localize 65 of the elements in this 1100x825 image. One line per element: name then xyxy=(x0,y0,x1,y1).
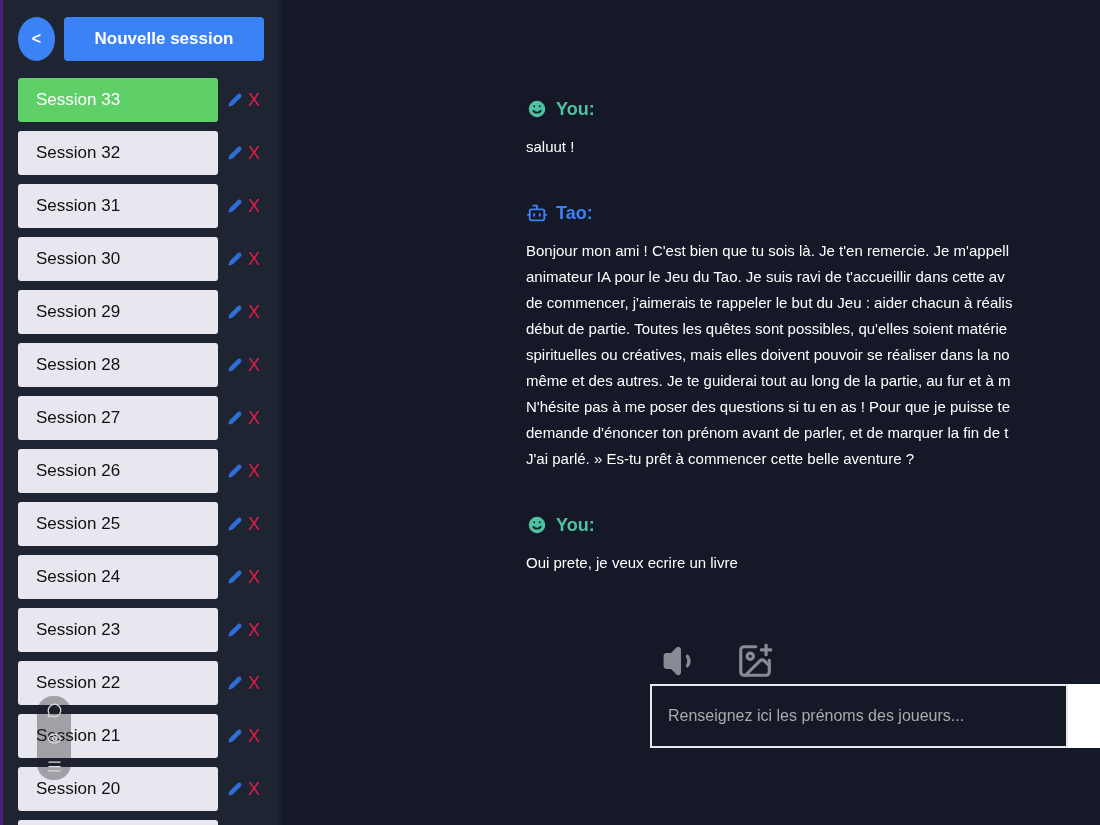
chat-icon[interactable] xyxy=(46,702,62,718)
message-text: début de partie. Toutes les quêtes sont possibles, qu'elles soient matérie xyxy=(526,319,1009,339)
delete-button[interactable]: X xyxy=(248,619,260,641)
session-item[interactable]: Session 28 xyxy=(18,343,218,387)
pencil-icon[interactable] xyxy=(228,570,242,584)
session-item[interactable]: Session 30 xyxy=(18,237,218,281)
pencil-icon[interactable] xyxy=(228,782,242,796)
author-name: You: xyxy=(556,514,595,536)
pencil-icon[interactable] xyxy=(228,146,242,160)
session-item[interactable]: Session 23 xyxy=(18,608,218,652)
message-text: demande d'énoncer ton prénom avant de parler, et de marquer la fin de t xyxy=(526,423,1010,443)
session-item[interactable]: Session 25 xyxy=(18,502,218,546)
pencil-icon[interactable] xyxy=(228,305,242,319)
smiley-icon xyxy=(526,98,548,120)
pencil-icon[interactable] xyxy=(228,93,242,107)
delete-button[interactable]: X xyxy=(248,89,260,111)
list-icon[interactable] xyxy=(46,758,62,774)
message-text: J'ai parlé. » Es-tu prêt à commencer cette belle aventure ? xyxy=(526,449,916,469)
message-text: N'hésite pas à me poser des questions si tu en as ! Pour que je puisse te xyxy=(526,397,1011,417)
session-item[interactable]: Session 22 xyxy=(18,661,218,705)
player-names-field[interactable]: Renseignez ici les prénoms des joueurs... xyxy=(650,684,1068,748)
delete-button[interactable]: X xyxy=(248,248,260,270)
pencil-icon[interactable] xyxy=(228,358,242,372)
delete-button[interactable]: X xyxy=(248,407,260,429)
delete-button[interactable]: X xyxy=(248,354,260,376)
robot-icon xyxy=(526,202,548,224)
delete-button[interactable]: X xyxy=(248,195,260,217)
message-text: Oui prete, je veux ecrire un livre xyxy=(526,553,739,573)
author-name: You: xyxy=(556,98,595,120)
delete-button[interactable]: X xyxy=(248,566,260,588)
author-name: Tao: xyxy=(556,202,593,224)
message-text: Bonjour mon ami ! C'est bien que tu sois là. Je t'en remercie. Je m'appell xyxy=(526,241,1010,261)
session-item[interactable]: Session 21 xyxy=(18,714,218,758)
smiley-icon xyxy=(526,514,548,536)
delete-button[interactable]: X xyxy=(248,513,260,535)
session-item[interactable]: Session 31 xyxy=(18,184,218,228)
message-text: saluut ! xyxy=(526,137,576,157)
pencil-icon[interactable] xyxy=(228,411,242,425)
pencil-icon[interactable] xyxy=(228,464,242,478)
message-text: de commencer, j'aimerais te rappeler le but du Jeu : aider chacun à réalis xyxy=(526,293,1014,313)
pencil-icon[interactable] xyxy=(228,729,242,743)
pencil-icon[interactable] xyxy=(228,676,242,690)
message-text: animateur IA pour le Jeu du Tao. Je suis ravi de t'accueillir dans cette av xyxy=(526,267,1006,287)
delete-button[interactable]: X xyxy=(248,142,260,164)
delete-button[interactable]: X xyxy=(248,725,260,747)
delete-button[interactable]: X xyxy=(248,301,260,323)
session-item[interactable]: Session 33 xyxy=(18,78,218,122)
new-session-button[interactable]: Nouvelle session xyxy=(64,17,264,61)
pencil-icon[interactable] xyxy=(228,623,242,637)
session-item[interactable]: Session 32 xyxy=(18,131,218,175)
back-button[interactable]: < xyxy=(18,17,55,61)
image-plus-icon[interactable] xyxy=(736,642,774,680)
delete-button[interactable]: X xyxy=(248,672,260,694)
pencil-icon[interactable] xyxy=(228,517,242,531)
pencil-icon[interactable] xyxy=(228,252,242,266)
session-item[interactable]: Session 27 xyxy=(18,396,218,440)
session-item[interactable]: Session 29 xyxy=(18,290,218,334)
session-item[interactable]: Session 24 xyxy=(18,555,218,599)
session-item[interactable]: Session 20 xyxy=(18,767,218,811)
pencil-icon[interactable] xyxy=(228,199,242,213)
message-text: spirituelles ou créatives, mais elles doivent pouvoir se réaliser dans la no xyxy=(526,345,1011,365)
session-item[interactable]: Session 26 xyxy=(18,449,218,493)
message-text: même et des autres. Je te guiderai tout au long de la partie, au fur et à m xyxy=(526,371,1012,391)
delete-button[interactable]: X xyxy=(248,460,260,482)
delete-button[interactable]: X xyxy=(248,778,260,800)
